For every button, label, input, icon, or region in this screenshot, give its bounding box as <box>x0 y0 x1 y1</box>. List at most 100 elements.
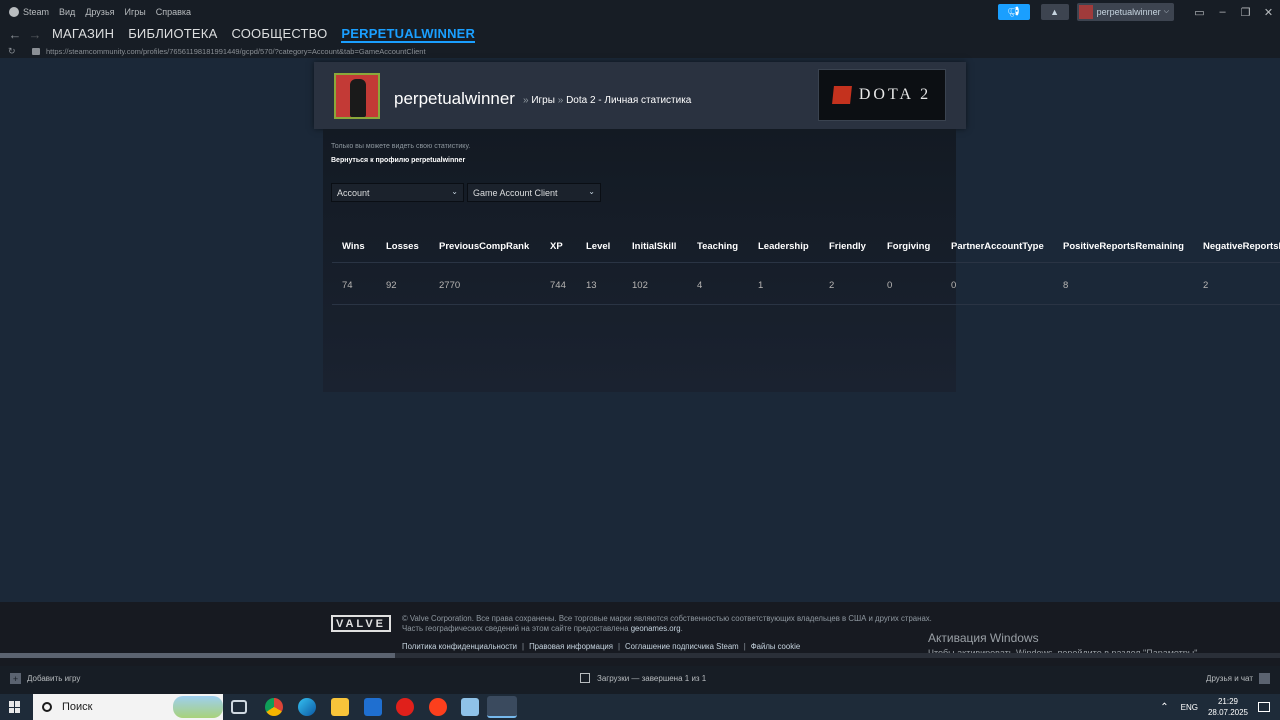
column-header: PositiveReportsRemaining <box>1063 241 1184 252</box>
windows-start-icon[interactable] <box>9 701 21 713</box>
table-cell: 4 <box>697 280 703 291</box>
announcements-button[interactable]: 📢︎ <box>997 4 1030 20</box>
legal-line-1: © Valve Corporation. Все права сохранены… <box>402 614 932 623</box>
menu-view[interactable]: Вид <box>59 7 75 17</box>
chevron-down-icon: ⌄ <box>451 187 458 196</box>
legal-line-2-text: Часть географических сведений на этом са… <box>402 624 629 633</box>
friends-chat-button[interactable]: Друзья и чат <box>1206 673 1270 684</box>
menu-steam-label: Steam <box>23 6 50 17</box>
back-to-profile-link[interactable]: Вернуться к профилю perpetualwinner <box>331 157 465 164</box>
account-menu-button[interactable]: perpetualwinner ⌵ <box>1076 3 1174 21</box>
steam-logo-icon <box>9 7 19 18</box>
menu-games[interactable]: Игры <box>125 7 146 17</box>
yandex-browser-icon[interactable] <box>429 698 447 716</box>
url-text[interactable]: https://steamcommunity.com/profiles/7656… <box>46 47 426 56</box>
lock-icon <box>32 47 40 55</box>
taskbar-search[interactable]: Поиск <box>33 694 223 720</box>
scrollbar-thumb[interactable] <box>0 653 395 658</box>
file-explorer-icon[interactable] <box>331 698 349 716</box>
table-cell: 74 <box>342 280 353 291</box>
task-view-icon[interactable] <box>231 700 247 714</box>
table-cell: 744 <box>550 280 566 291</box>
category-select[interactable]: Account ⌄ <box>331 183 464 202</box>
tab-store[interactable]: МАГАЗИН <box>52 26 114 43</box>
titlebar-right: 📢︎ ▲ perpetualwinner ⌵ ▭ – ❐ ✕ <box>997 0 1280 24</box>
main-menu: Steam Вид Друзья Игры Справка <box>0 7 201 18</box>
column-header: Wins <box>342 241 365 252</box>
language-indicator[interactable]: ENG <box>1181 703 1198 712</box>
notifications-button[interactable]: ▲ <box>1040 4 1069 20</box>
reload-icon[interactable]: ↻ <box>8 46 24 57</box>
chevron-down-icon: ⌄ <box>588 187 595 196</box>
activation-title: Активация Windows <box>928 631 1039 645</box>
privacy-policy-link[interactable]: Политика конфиденциальности <box>402 642 517 651</box>
table-cell: 2 <box>1203 280 1209 291</box>
horizontal-scrollbar[interactable] <box>0 653 1280 658</box>
tab-community[interactable]: СООБЩЕСТВО <box>231 26 327 43</box>
windows-taskbar: Поиск ⌃ ENG 21:29 28.07.2025 <box>0 694 1280 720</box>
table-cell: 0 <box>887 280 893 291</box>
minimize-icon[interactable]: – <box>1211 6 1234 18</box>
table-cell: 13 <box>586 280 597 291</box>
column-header: Friendly <box>829 241 866 252</box>
steam-titlebar: Steam Вид Друзья Игры Справка 📢︎ ▲ perpe… <box>0 0 1280 24</box>
account-username: perpetualwinner <box>1096 7 1161 17</box>
menu-help[interactable]: Справка <box>156 7 191 17</box>
url-bar: ↻ https://steamcommunity.com/profiles/76… <box>0 44 1280 58</box>
legal-info-link[interactable]: Правовая информация <box>529 642 613 651</box>
back-arrow-icon[interactable]: ← <box>6 27 24 42</box>
opera-icon[interactable] <box>396 698 414 716</box>
valve-logo[interactable]: VALVE <box>331 615 391 632</box>
table-cell: 1 <box>758 280 764 291</box>
menu-steam[interactable]: Steam <box>9 7 49 18</box>
notification-center-icon[interactable] <box>1258 702 1270 712</box>
page-content: perpetualwinner » Игры » Dota 2 - Личная… <box>0 58 1280 602</box>
edge-icon[interactable] <box>298 698 316 716</box>
download-icon <box>580 673 590 683</box>
column-header: Level <box>586 241 611 252</box>
big-picture-icon[interactable]: ▭ <box>1188 6 1211 19</box>
chevron-up-icon[interactable]: ⌃ <box>1160 702 1168 713</box>
tab-library[interactable]: БИБЛИОТЕКА <box>128 26 217 43</box>
breadcrumb-games[interactable]: Игры <box>531 95 555 106</box>
dota2-logo[interactable]: DOTA 2 <box>818 69 946 121</box>
table-cell: 2 <box>829 280 835 291</box>
breadcrumb-separator: » <box>557 95 564 106</box>
profile-name[interactable]: perpetualwinner <box>394 89 515 109</box>
forward-arrow-icon[interactable]: → <box>26 27 44 42</box>
search-highlight-image <box>173 696 223 718</box>
tab-profile[interactable]: PERPETUALWINNER <box>341 26 476 43</box>
profile-avatar[interactable] <box>334 73 380 119</box>
chrome-icon[interactable] <box>265 698 283 716</box>
restore-icon[interactable]: ❐ <box>1234 6 1257 19</box>
bell-icon: ▲ <box>1050 7 1060 17</box>
notepad-icon[interactable] <box>461 698 479 716</box>
table-cell: 0 <box>951 280 957 291</box>
close-icon[interactable]: ✕ <box>1257 6 1280 19</box>
downloads-status[interactable]: Загрузки — завершена 1 из 1 <box>580 673 706 683</box>
subscriber-agreement-link[interactable]: Соглашение подписчика Steam <box>625 642 739 651</box>
column-header: PreviousCompRank <box>439 241 530 252</box>
avatar <box>1078 5 1093 19</box>
add-game-button[interactable]: + Добавить игру <box>10 673 80 684</box>
table-row: 74 92 2770 744 13 102 4 1 2 0 0 8 2 <box>332 263 1280 305</box>
clock-time: 21:29 <box>1217 697 1238 706</box>
breadcrumb-stats: Dota 2 - Личная статистика <box>566 95 692 106</box>
tab-select[interactable]: Game Account Client ⌄ <box>467 183 601 202</box>
megaphone-icon: 📢︎ <box>1007 6 1020 18</box>
outlook-icon[interactable] <box>364 698 382 716</box>
geonames-link[interactable]: geonames.org <box>631 624 681 633</box>
taskbar-clock[interactable]: 21:29 28.07.2025 <box>1208 696 1248 718</box>
downloads-label: Загрузки — завершена 1 из 1 <box>597 673 707 683</box>
stats-table-header: Wins Losses PreviousCompRank XP Level In… <box>332 228 1280 263</box>
link-separator: | <box>522 642 525 651</box>
table-cell: 2770 <box>439 280 461 291</box>
steam-taskbar-icon[interactable] <box>487 696 517 718</box>
legal-line-2: Часть географических сведений на этом са… <box>402 624 932 634</box>
friends-chat-label: Друзья и чат <box>1206 674 1253 683</box>
add-game-label: Добавить игру <box>27 674 81 683</box>
menu-friends[interactable]: Друзья <box>85 7 114 17</box>
stats-table: Wins Losses PreviousCompRank XP Level In… <box>332 228 1280 306</box>
cookies-link[interactable]: Файлы cookie <box>751 642 800 651</box>
tab-select-value: Game Account Client <box>473 187 558 198</box>
